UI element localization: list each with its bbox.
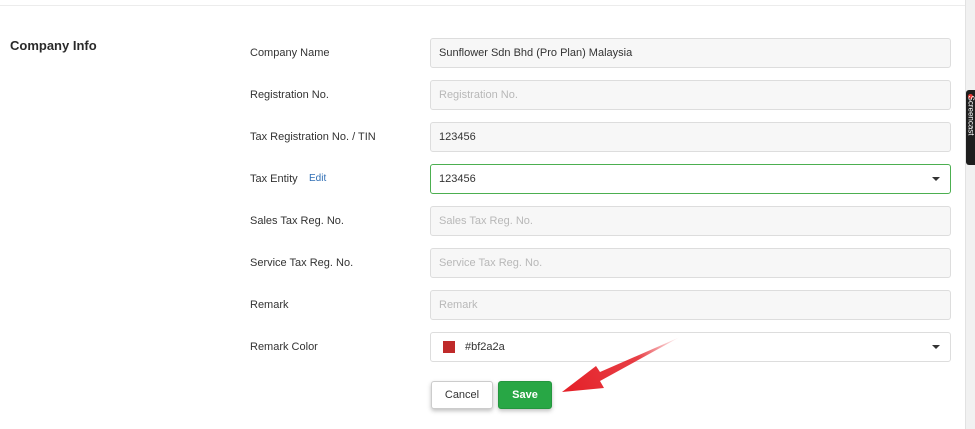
remark-row: Remark bbox=[250, 290, 951, 320]
company-name-field-box bbox=[430, 38, 951, 68]
sales-tax-reg-no-row: Sales Tax Reg. No. bbox=[250, 206, 951, 236]
service-tax-reg-no-row: Service Tax Reg. No. bbox=[250, 248, 951, 278]
tax-entity-label: Tax Entity bbox=[250, 173, 298, 185]
service-tax-reg-no-input[interactable] bbox=[431, 249, 950, 277]
company-name-input[interactable] bbox=[431, 39, 950, 67]
tax-registration-no-label: Tax Registration No. / TIN bbox=[250, 131, 376, 143]
remark-label: Remark bbox=[250, 299, 289, 311]
registration-no-field-box bbox=[430, 80, 951, 110]
section-title: Company Info bbox=[10, 38, 97, 53]
tax-entity-edit-link[interactable]: Edit bbox=[309, 164, 326, 194]
tax-entity-select[interactable]: 123456 bbox=[430, 164, 951, 194]
company-name-row: Company Name bbox=[250, 38, 951, 68]
chevron-down-icon bbox=[932, 177, 940, 181]
remark-color-value: #bf2a2a bbox=[465, 341, 505, 353]
remark-color-label: Remark Color bbox=[250, 341, 318, 353]
remark-input[interactable] bbox=[431, 291, 950, 319]
remark-field-box bbox=[430, 290, 951, 320]
page-scrollbar[interactable] bbox=[965, 0, 975, 429]
save-button[interactable]: Save bbox=[498, 381, 552, 409]
registration-no-row: Registration No. bbox=[250, 80, 951, 110]
color-swatch bbox=[443, 341, 455, 353]
tax-registration-no-row: Tax Registration No. / TIN bbox=[250, 122, 951, 152]
screencast-badge-label: Screencast bbox=[966, 95, 975, 136]
tax-entity-selected-value: 123456 bbox=[439, 173, 476, 185]
cancel-button[interactable]: Cancel bbox=[431, 381, 493, 409]
remark-color-select[interactable]: #bf2a2a bbox=[430, 332, 951, 362]
tax-registration-no-field-box bbox=[430, 122, 951, 152]
registration-no-input[interactable] bbox=[431, 81, 950, 109]
remark-color-row: Remark Color #bf2a2a bbox=[250, 332, 951, 362]
screencast-badge[interactable]: Screencast bbox=[966, 90, 975, 165]
company-name-label: Company Name bbox=[250, 47, 330, 59]
tax-entity-row: Tax Entity Edit 123456 bbox=[250, 164, 951, 194]
registration-no-label: Registration No. bbox=[250, 89, 329, 101]
tax-registration-no-input[interactable] bbox=[431, 123, 950, 151]
sales-tax-reg-no-label: Sales Tax Reg. No. bbox=[250, 215, 344, 227]
chevron-down-icon bbox=[932, 345, 940, 349]
top-divider bbox=[0, 5, 966, 6]
sales-tax-reg-no-input[interactable] bbox=[431, 207, 950, 235]
sales-tax-reg-no-field-box bbox=[430, 206, 951, 236]
service-tax-reg-no-field-box bbox=[430, 248, 951, 278]
service-tax-reg-no-label: Service Tax Reg. No. bbox=[250, 257, 354, 269]
